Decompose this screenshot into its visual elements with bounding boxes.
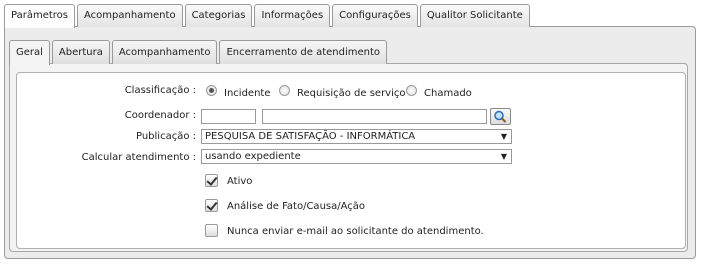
checkbox-analise-label: Análise de Fato/Causa/Ação — [227, 201, 366, 212]
tab-categorias[interactable]: Categorias — [184, 4, 253, 27]
publicacao-label: Publicação : — [135, 131, 196, 142]
radio-requisicao[interactable] — [279, 85, 290, 96]
calcular-value: usando expediente — [205, 151, 301, 162]
coordenador-name-input[interactable] — [262, 109, 487, 124]
tab-parametros[interactable]: Parâmetros — [4, 4, 75, 28]
tab-informacoes[interactable]: Informações — [254, 4, 331, 27]
publicacao-value: PESQUISA DE SATISFAÇÃO - INFORMÁTICA — [205, 131, 416, 142]
coordenador-search-button[interactable] — [490, 108, 511, 125]
radio-incidente-label: Incidente — [224, 88, 271, 99]
tab-inner-acompanhamento[interactable]: Acompanhamento — [111, 40, 218, 64]
tab-encerramento[interactable]: Encerramento de atendimento — [219, 40, 387, 64]
radio-chamado-label: Chamado — [424, 88, 472, 99]
tab-configuracoes[interactable]: Configurações — [332, 4, 418, 27]
checkbox-ativo[interactable] — [205, 174, 218, 187]
calcular-select[interactable]: usando expediente ▼ — [201, 149, 512, 164]
chevron-down-icon: ▼ — [500, 132, 507, 141]
coordenador-label: Coordenador : — [124, 110, 196, 121]
checkbox-analise[interactable] — [205, 199, 218, 212]
tab-qualitor-solicitante[interactable]: Qualitor Solicitante — [419, 4, 530, 27]
radio-requisicao-label: Requisição de serviço — [297, 88, 406, 99]
tab-acompanhamento[interactable]: Acompanhamento — [76, 4, 183, 27]
search-icon — [494, 110, 507, 123]
coordenador-code-input[interactable] — [201, 109, 256, 124]
publicacao-select[interactable]: PESQUISA DE SATISFAÇÃO - INFORMÁTICA ▼ — [201, 129, 512, 144]
radio-incidente[interactable] — [206, 85, 217, 96]
checkbox-nunca-enviar-label: Nunca enviar e-mail ao solicitante do at… — [227, 226, 484, 237]
chevron-down-icon: ▼ — [500, 152, 507, 161]
classificacao-label: Classificação : — [124, 85, 196, 96]
checkbox-ativo-label: Ativo — [227, 176, 253, 187]
top-tab-bar: Parâmetros Acompanhamento Categorias Inf… — [4, 4, 532, 28]
radio-chamado[interactable] — [406, 85, 417, 96]
tab-geral[interactable]: Geral — [9, 40, 50, 65]
checkbox-nunca-enviar[interactable] — [205, 224, 218, 237]
inner-tab-bar: Geral Abertura Acompanhamento Encerramen… — [9, 40, 389, 65]
calcular-label: Calcular atendimento : — [81, 152, 196, 163]
tab-abertura[interactable]: Abertura — [51, 40, 110, 64]
